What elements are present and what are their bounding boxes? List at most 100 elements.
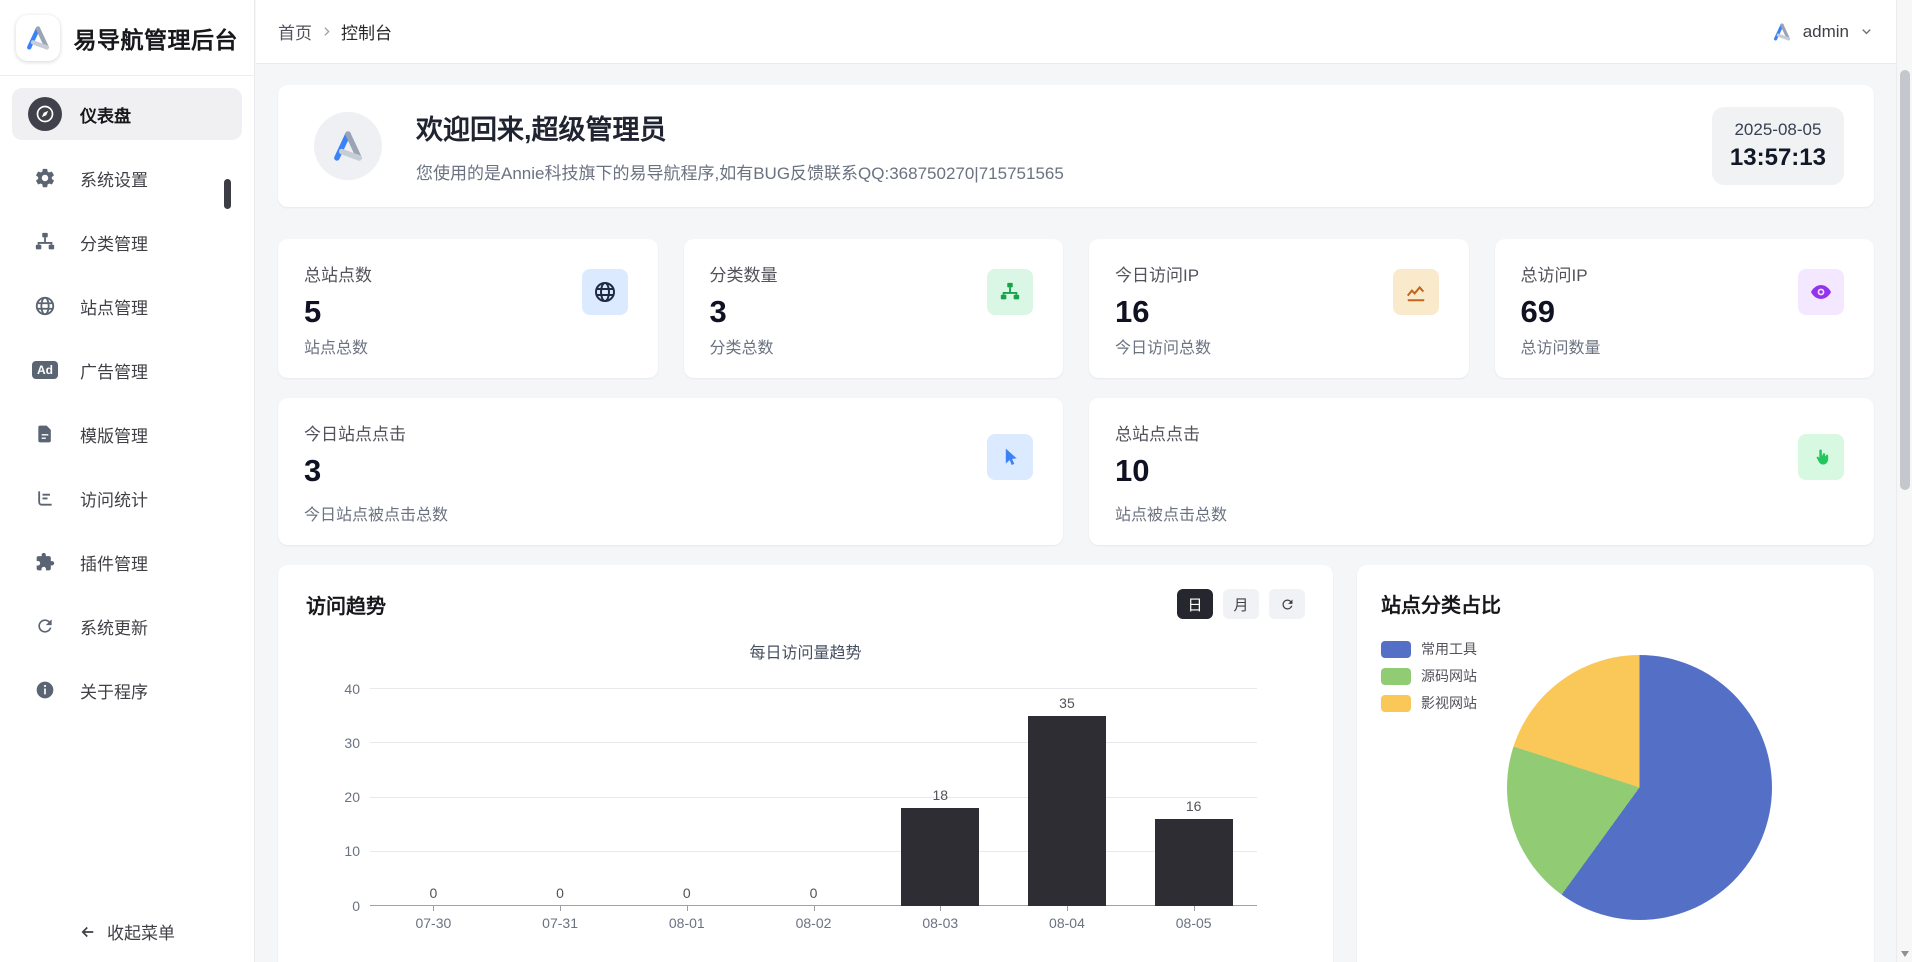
legend-item[interactable]: 源码网站	[1381, 666, 1477, 686]
collapse-menu-button[interactable]: 收起菜单	[0, 919, 254, 944]
app-logo	[16, 15, 60, 61]
axis-tick	[433, 906, 434, 911]
cursor-icon	[987, 434, 1033, 480]
y-axis-tick-label: 10	[324, 843, 360, 859]
sidebar-item-system-update[interactable]: 系统更新	[12, 600, 242, 652]
y-axis-tick-label: 40	[324, 681, 360, 697]
chevron-right-icon	[320, 25, 333, 38]
sidebar-item-dashboard[interactable]: 仪表盘	[12, 88, 242, 140]
user-menu[interactable]: admin	[1771, 21, 1874, 43]
sidebar-item-label: 模版管理	[80, 422, 148, 447]
app-title: 易导航管理后台	[74, 21, 239, 55]
x-axis-tick-label: 08-04	[1004, 906, 1131, 931]
sidebar-item-label: 插件管理	[80, 550, 148, 575]
welcome-subtitle: 您使用的是Annie科技旗下的易导航程序,如有BUG反馈联系QQ:3687502…	[416, 159, 1064, 184]
sidebar-item-plugin-management[interactable]: 插件管理	[12, 536, 242, 588]
month-toggle-button[interactable]: 月	[1223, 589, 1259, 619]
bar-value-label: 35	[1059, 695, 1075, 711]
page-scrollbar-thumb[interactable]	[1900, 70, 1910, 490]
sidebar-menu: 仪表盘 系统设置 分类管理 站点管理 Ad 广告管理	[0, 76, 254, 716]
axis-tick	[560, 906, 561, 911]
time-text: 13:57:13	[1730, 144, 1826, 172]
breadcrumb-home[interactable]: 首页	[278, 19, 312, 44]
legend-item[interactable]: 影视网站	[1381, 693, 1477, 713]
trend-icon	[1393, 269, 1439, 315]
axis-tick	[814, 906, 815, 911]
datetime-widget: 2025-08-05 13:57:13	[1712, 107, 1844, 185]
topbar: 首页 控制台 admin	[256, 0, 1896, 64]
sidebar-item-category-management[interactable]: 分类管理	[12, 216, 242, 268]
plugin-icon	[28, 545, 62, 579]
bar-column: 0	[750, 689, 877, 906]
sidebar-item-about[interactable]: 关于程序	[12, 664, 242, 716]
stat-desc: 站点被点击总数	[1115, 501, 1227, 525]
stat-card-total-sites: 总站点数 5 站点总数	[278, 239, 658, 378]
pie-panel-title: 站点分类占比	[1381, 589, 1850, 618]
sidebar-scrollbar-thumb[interactable]	[224, 179, 231, 209]
sidebar-header: 易导航管理后台	[0, 0, 254, 76]
bar	[1155, 819, 1233, 906]
date-text: 2025-08-05	[1730, 120, 1826, 140]
welcome-panel: 欢迎回来,超级管理员 您使用的是Annie科技旗下的易导航程序,如有BUG反馈联…	[278, 85, 1874, 207]
scrollbar-down-arrow-icon[interactable]	[1901, 951, 1909, 957]
stat-desc: 分类总数	[710, 334, 774, 358]
x-axis-tick-label: 08-02	[750, 906, 877, 931]
y-axis-tick-label: 30	[324, 735, 360, 751]
globe-icon	[28, 289, 62, 323]
x-axis-tick-label: 08-03	[877, 906, 1004, 931]
day-toggle-button[interactable]: 日	[1177, 589, 1213, 619]
page-scrollbar[interactable]	[1896, 0, 1912, 962]
x-axis-tick-label: 07-30	[370, 906, 497, 931]
bar-value-label: 0	[556, 885, 564, 901]
stats-icon	[28, 481, 62, 515]
sidebar-item-label: 仪表盘	[80, 102, 131, 127]
stat-desc: 今日访问总数	[1115, 334, 1211, 358]
sidebar-item-ad-management[interactable]: Ad 广告管理	[12, 344, 242, 396]
legend-swatch	[1381, 641, 1411, 658]
sidebar-item-template-management[interactable]: 模版管理	[12, 408, 242, 460]
legend-label: 常用工具	[1421, 639, 1477, 659]
stat-label: 总站点点击	[1115, 420, 1848, 445]
gear-icon	[28, 161, 62, 195]
legend-item[interactable]: 常用工具	[1381, 639, 1477, 659]
bar-value-label: 0	[810, 885, 818, 901]
sidebar-item-site-management[interactable]: 站点管理	[12, 280, 242, 332]
sidebar-item-label: 关于程序	[80, 678, 148, 703]
stat-card-total-clicks: 总站点点击 10 站点被点击总数	[1089, 398, 1874, 545]
sitemap-icon	[28, 225, 62, 259]
axis-tick	[1194, 906, 1195, 911]
bar-value-label: 16	[1186, 798, 1202, 814]
avatar	[314, 112, 382, 180]
stat-card-category-count: 分类数量 3 分类总数	[684, 239, 1064, 378]
logo-triangle-icon	[23, 23, 53, 53]
x-axis-tick-label: 08-05	[1130, 906, 1257, 931]
pie-chart	[1507, 655, 1772, 920]
logo-triangle-icon	[329, 127, 367, 165]
bar-value-label: 18	[932, 787, 948, 803]
stat-desc: 总访问数量	[1521, 334, 1601, 358]
legend-swatch	[1381, 668, 1411, 685]
charts-row: 访问趋势 日 月 每日访问量趋势 0102030400000183516 07-…	[278, 565, 1874, 962]
sidebar-item-label: 访问统计	[80, 486, 148, 511]
sidebar-item-label: 分类管理	[80, 230, 148, 255]
stat-card-today-clicks: 今日站点点击 3 今日站点被点击总数	[278, 398, 1063, 545]
sidebar-item-visit-statistics[interactable]: 访问统计	[12, 472, 242, 524]
axis-tick	[1067, 906, 1068, 911]
bars: 0000183516	[370, 689, 1257, 906]
category-pie-panel: 站点分类占比 常用工具源码网站影视网站	[1357, 565, 1874, 962]
main-content: 欢迎回来,超级管理员 您使用的是Annie科技旗下的易导航程序,如有BUG反馈联…	[256, 64, 1896, 962]
bar-column: 0	[497, 689, 624, 906]
stat-row-1: 总站点数 5 站点总数 分类数量 3 分类总数 今日访问IP 16 今日访问总数…	[278, 239, 1874, 378]
y-axis-tick-label: 0	[324, 898, 360, 914]
bar	[901, 808, 979, 906]
bar-chart-title: 每日访问量趋势	[306, 639, 1305, 663]
hand-click-icon	[1798, 434, 1844, 480]
info-icon	[28, 673, 62, 707]
sidebar-item-system-settings[interactable]: 系统设置	[12, 152, 242, 204]
bar-chart: 0102030400000183516	[370, 689, 1257, 906]
stat-value: 3	[304, 453, 1037, 489]
stat-card-total-visit-ip: 总访问IP 69 总访问数量	[1495, 239, 1875, 378]
bar-column: 18	[877, 689, 1004, 906]
refresh-button[interactable]	[1269, 589, 1305, 619]
legend-swatch	[1381, 695, 1411, 712]
